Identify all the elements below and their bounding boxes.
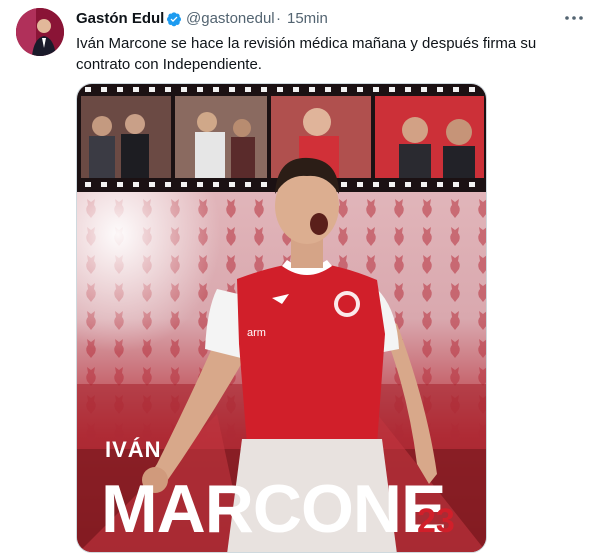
media-number: 23 <box>417 502 455 540</box>
media-first-name: IVÁN <box>105 437 162 462</box>
verified-badge-icon <box>167 12 181 27</box>
media-last-name: MARCONE <box>101 471 445 547</box>
more-options-icon[interactable] <box>562 8 586 28</box>
timestamp[interactable]: 15min <box>287 10 328 28</box>
author-name[interactable]: Gastón Edul <box>76 10 164 28</box>
sponsor-text: arm <box>247 327 266 339</box>
avatar[interactable] <box>16 8 64 56</box>
separator-dot: · <box>276 10 281 27</box>
media-image: arm IVÁN MARCONE 23 <box>77 84 486 552</box>
author-handle[interactable]: @gastonedul <box>186 10 275 28</box>
tweet-media[interactable]: arm IVÁN MARCONE 23 <box>76 83 487 553</box>
tweet[interactable]: Gastón Edul @gastonedul · 15min Iván Mar… <box>0 0 602 553</box>
tweet-text: Iván Marcone se hace la revisión médica … <box>76 35 537 73</box>
avatar-image <box>16 8 64 56</box>
